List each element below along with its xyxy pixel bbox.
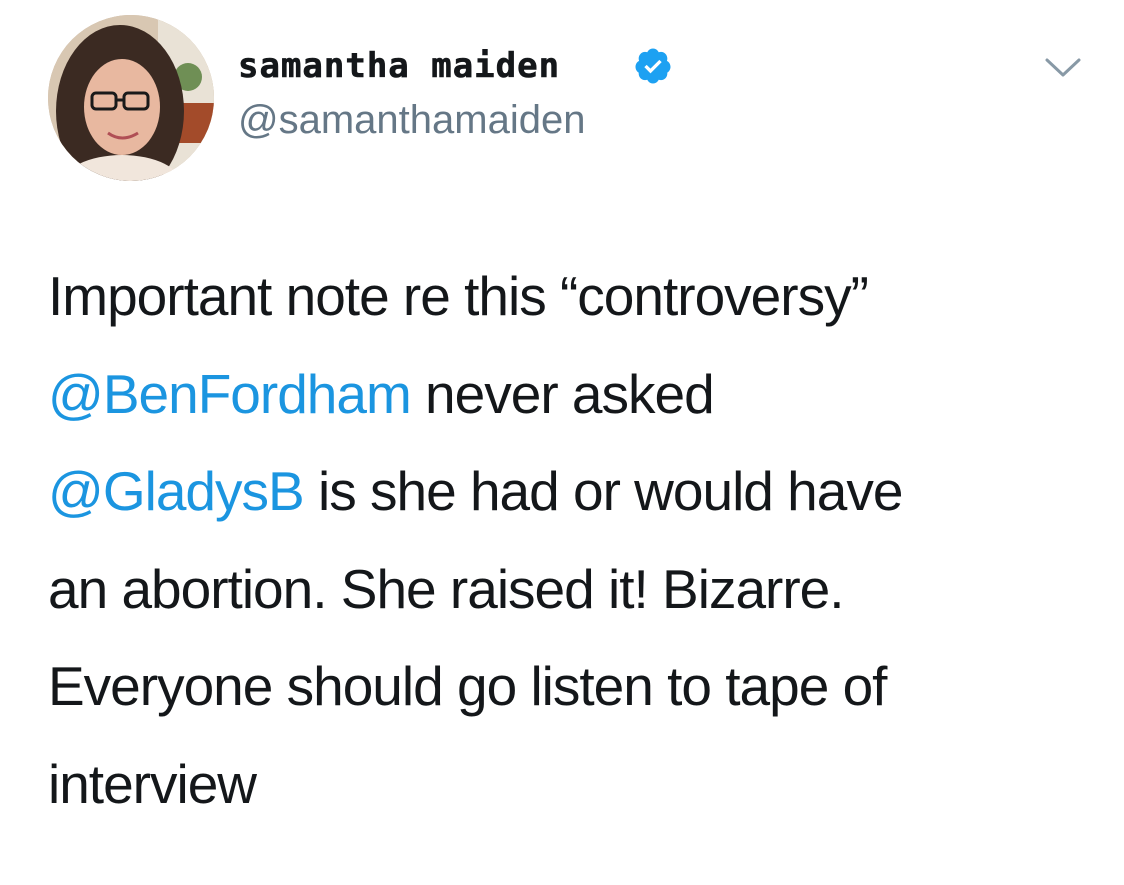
tweet-text-line: @GladysB is she had or would have <box>48 443 1098 541</box>
mention-link-benfordham[interactable]: @BenFordham <box>48 363 412 425</box>
user-handle[interactable]: @samanthamaiden <box>238 98 585 143</box>
chevron-down-icon[interactable] <box>1043 55 1083 81</box>
tweet-card: samantha maiden @samanthamaiden Importan… <box>0 0 1124 885</box>
tweet-text-segment: is she had or would have <box>303 460 903 522</box>
tweet-text-line: @BenFordham never asked <box>48 346 1098 444</box>
avatar[interactable] <box>48 15 214 181</box>
tweet-text: Important note re this “controversy” @Be… <box>48 248 1098 833</box>
tweet-text-line: interview <box>48 752 257 815</box>
verified-badge-icon <box>635 48 671 84</box>
tweet-text-segment: never asked <box>410 362 715 425</box>
display-name[interactable]: samantha maiden <box>238 46 560 87</box>
tweet-text-line: Everyone should go listen to tape of <box>48 655 887 717</box>
mention-link-gladysb[interactable]: @GladysB <box>48 460 305 522</box>
tweet-text-line: an abortion. She raised it! Bizarre. <box>48 557 845 620</box>
tweet-text-line: Important note re this “controversy” <box>48 265 869 327</box>
